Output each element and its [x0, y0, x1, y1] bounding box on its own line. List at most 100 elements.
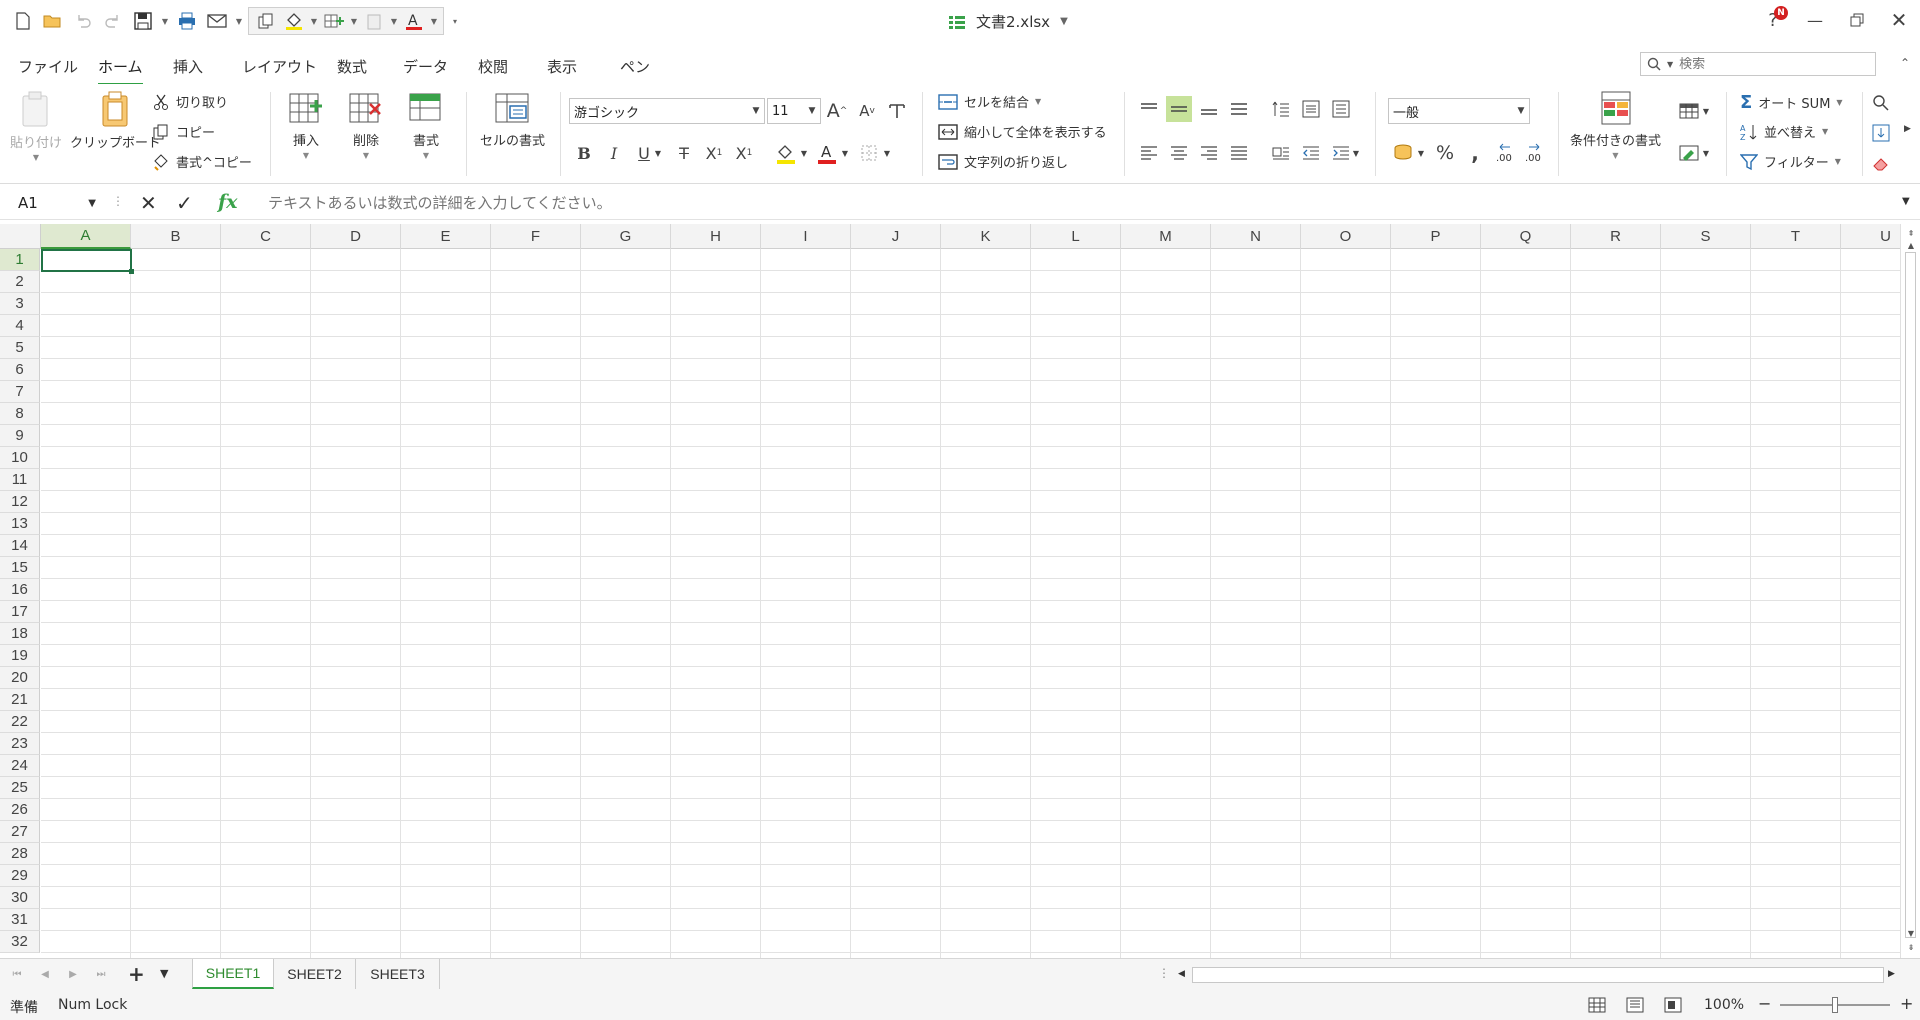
insert-function-icon[interactable]: fx [218, 191, 238, 213]
column-header-c[interactable]: C [221, 224, 311, 249]
insert-dropdown-icon[interactable]: ▼ [303, 151, 309, 160]
subscript-icon[interactable]: X1 [701, 140, 727, 166]
cell-area[interactable] [41, 249, 1900, 958]
autosum-button[interactable]: Σ オート SUM ▼ [1740, 92, 1843, 113]
fill-color-dropdown-icon[interactable]: ▼ [798, 140, 810, 166]
add-sheet-icon[interactable]: + [128, 962, 145, 986]
column-header-q[interactable]: Q [1481, 224, 1571, 249]
open-folder-icon[interactable] [40, 8, 66, 34]
row-header-1[interactable]: 1 [0, 249, 40, 271]
underline-dropdown-icon[interactable]: ▼ [652, 140, 664, 166]
row-header-26[interactable]: 26 [0, 799, 40, 821]
currency-icon[interactable] [1390, 140, 1416, 166]
column-header-s[interactable]: S [1661, 224, 1751, 249]
scroll-left-icon[interactable]: ◀ [1178, 969, 1185, 979]
font-name-dropdown-icon[interactable]: ▼ [748, 106, 764, 116]
row-header-5[interactable]: 5 [0, 337, 40, 359]
column-header-m[interactable]: M [1121, 224, 1211, 249]
column-header-u[interactable]: U [1841, 224, 1900, 249]
copy-button[interactable]: コピー [152, 122, 215, 141]
number-format-dropdown-icon[interactable]: ▼ [1513, 106, 1529, 116]
column-header-p[interactable]: P [1391, 224, 1481, 249]
row-header-2[interactable]: 2 [0, 271, 40, 293]
paste-disabled-icon[interactable] [361, 8, 387, 34]
font-size-combo[interactable]: 11 ▼ [767, 98, 821, 124]
next-sheet-icon[interactable]: ▶ [64, 965, 82, 983]
align-left-icon[interactable] [1136, 140, 1162, 166]
print-icon[interactable] [174, 8, 200, 34]
scroll-right-icon[interactable]: ▶ [1888, 969, 1895, 979]
scroll-down-icon[interactable]: ▼ [1901, 926, 1920, 940]
row-header-24[interactable]: 24 [0, 755, 40, 777]
search-dropdown-icon[interactable]: ▼ [1667, 60, 1673, 69]
sheet-list-dropdown-icon[interactable]: ▼ [160, 967, 168, 980]
row-header-8[interactable]: 8 [0, 403, 40, 425]
column-header-b[interactable]: B [131, 224, 221, 249]
filter-dropdown-icon[interactable]: ▼ [1835, 157, 1841, 166]
column-header-h[interactable]: H [671, 224, 761, 249]
ribbon-scroll-right-icon[interactable]: ▶ [1904, 124, 1911, 134]
row-header-10[interactable]: 10 [0, 447, 40, 469]
number-format-combo[interactable]: 一般 ▼ [1388, 98, 1530, 124]
row-header-18[interactable]: 18 [0, 623, 40, 645]
row-header-4[interactable]: 4 [0, 315, 40, 337]
row-header-22[interactable]: 22 [0, 711, 40, 733]
column-header-j[interactable]: J [851, 224, 941, 249]
row-header-32[interactable]: 32 [0, 931, 40, 953]
row-header-16[interactable]: 16 [0, 579, 40, 601]
customize-toolbar-icon[interactable]: ▾ [448, 17, 462, 26]
autosum-dropdown-icon[interactable]: ▼ [1836, 98, 1842, 107]
column-header-t[interactable]: T [1751, 224, 1841, 249]
row-header-31[interactable]: 31 [0, 909, 40, 931]
text-direction-bottom-icon[interactable] [1328, 96, 1354, 122]
row-header-23[interactable]: 23 [0, 733, 40, 755]
column-header-l[interactable]: L [1031, 224, 1121, 249]
name-box-dropdown-icon[interactable]: ▼ [88, 198, 96, 209]
column-header-g[interactable]: G [581, 224, 671, 249]
sort-button[interactable]: AZ 並べ替え ▼ [1740, 122, 1828, 142]
align-bottom-icon[interactable] [1196, 96, 1222, 122]
active-cell-selection[interactable] [41, 249, 134, 274]
zoom-level[interactable]: 100% [1704, 997, 1744, 1013]
sheet-tab-1[interactable]: SHEET1 [192, 959, 274, 989]
format-painter-button[interactable]: 書式^コピー [152, 152, 252, 171]
row-header-21[interactable]: 21 [0, 689, 40, 711]
row-header-17[interactable]: 17 [0, 601, 40, 623]
align-distributed-icon[interactable] [1268, 140, 1294, 166]
scroll-up-icon[interactable]: ▲ [1901, 238, 1920, 252]
row-header-27[interactable]: 27 [0, 821, 40, 843]
help-icon[interactable]: ? N [1752, 0, 1794, 40]
fill-color-icon[interactable] [281, 8, 307, 34]
redo-icon[interactable] [100, 8, 126, 34]
font-color-icon[interactable]: A [814, 140, 840, 166]
font-color-icon[interactable]: A [401, 8, 427, 34]
superscript-icon[interactable]: X1 [731, 140, 757, 166]
save-icon[interactable] [130, 8, 156, 34]
column-header-e[interactable]: E [401, 224, 491, 249]
font-size-dropdown-icon[interactable]: ▼ [804, 106, 820, 116]
borders-icon[interactable] [856, 140, 882, 166]
align-top-icon[interactable] [1136, 96, 1162, 122]
conditional-format-dropdown-icon[interactable]: ▼ [1612, 151, 1618, 160]
horizontal-scroll-thumb[interactable] [1192, 967, 1884, 983]
select-all-corner[interactable] [0, 224, 41, 249]
row-header-6[interactable]: 6 [0, 359, 40, 381]
undo-icon[interactable] [70, 8, 96, 34]
search-box[interactable]: ▼ [1640, 52, 1876, 76]
row-header-15[interactable]: 15 [0, 557, 40, 579]
tab-insert[interactable]: 挿入 [173, 56, 203, 83]
prev-sheet-icon[interactable]: ◀ [36, 965, 54, 983]
percent-icon[interactable]: % [1432, 140, 1458, 166]
strikethrough-icon[interactable]: T [671, 140, 697, 166]
insert-cells-dropdown-icon[interactable]: ▼ [349, 17, 359, 26]
row-header-7[interactable]: 7 [0, 381, 40, 403]
normal-view-icon[interactable] [1588, 997, 1606, 1013]
cut-button[interactable]: 切り取り [152, 92, 228, 111]
row-header-20[interactable]: 20 [0, 667, 40, 689]
delete-dropdown-icon[interactable]: ▼ [363, 151, 369, 160]
align-center-icon[interactable] [1166, 140, 1192, 166]
tab-layout[interactable]: レイアウト [242, 56, 317, 83]
conditional-format-button[interactable]: 条件付きの書式 ▼ [1570, 90, 1661, 160]
indent-dropdown-icon[interactable]: ▼ [1350, 140, 1362, 166]
decrease-font-icon[interactable]: Av [854, 98, 880, 124]
